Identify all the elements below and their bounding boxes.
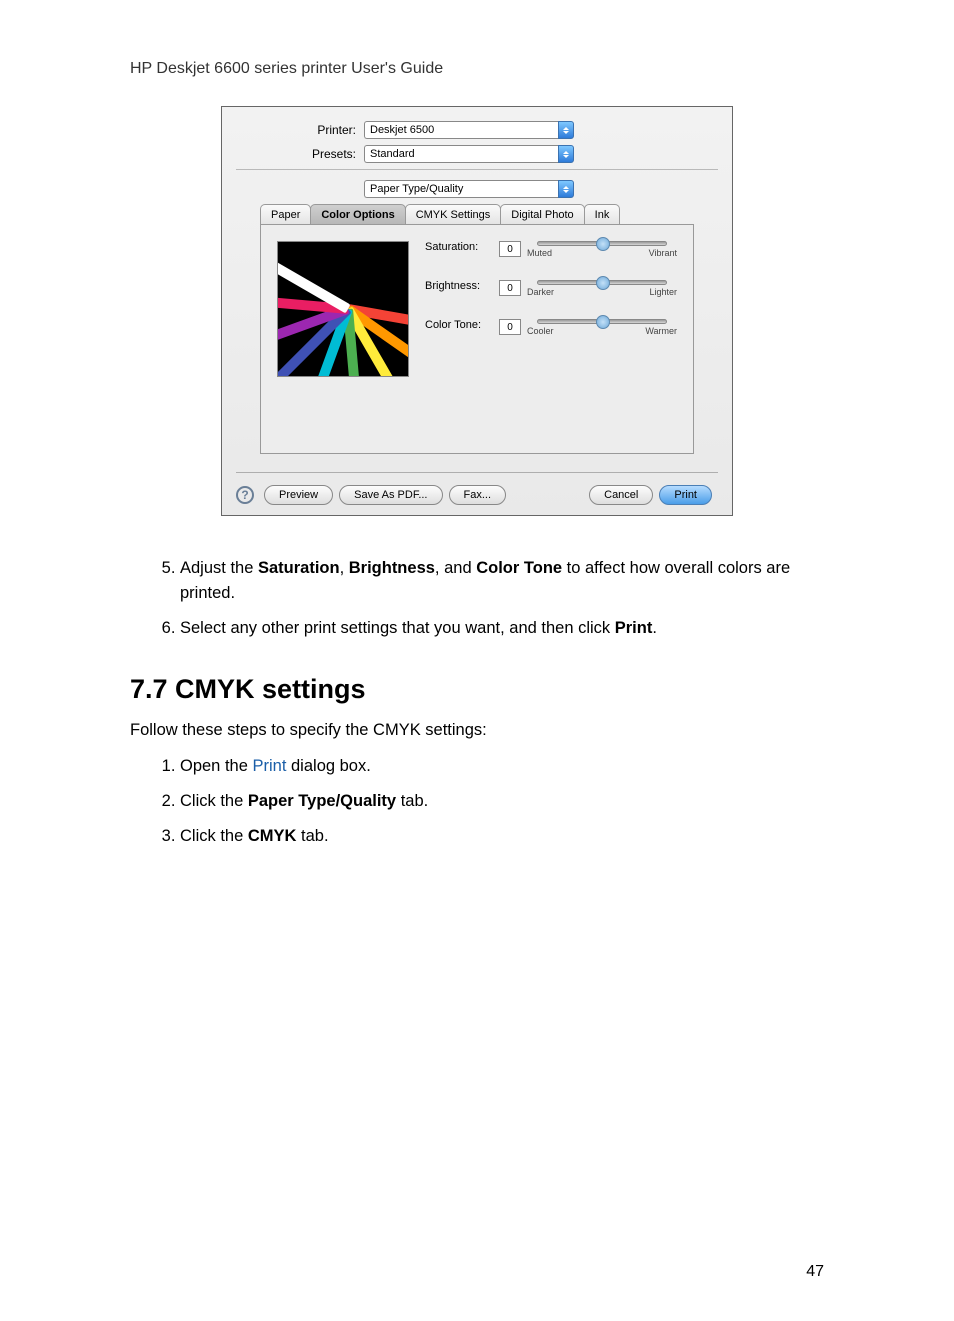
presets-value: Standard — [364, 145, 558, 163]
print-dialog: Printer: Deskjet 6500 Presets: Standard … — [221, 106, 733, 516]
color-tone-low: Cooler — [527, 326, 554, 336]
tab-cmyk-settings[interactable]: CMYK Settings — [405, 204, 502, 224]
saturation-row: Saturation: Muted Vibrant — [425, 241, 677, 258]
fax-button[interactable]: Fax... — [449, 485, 507, 505]
tab-ink[interactable]: Ink — [584, 204, 621, 224]
saturation-high: Vibrant — [649, 248, 677, 258]
print-link[interactable]: Print — [252, 757, 286, 775]
cmyk-step-3: Click the CMYK tab. — [180, 824, 824, 849]
dropdown-icon[interactable] — [558, 145, 574, 163]
saturation-low: Muted — [527, 248, 552, 258]
tab-bar: Paper Color Options CMYK Settings Digita… — [260, 204, 694, 224]
tab-paper[interactable]: Paper — [260, 204, 311, 224]
cmyk-steps-list: Open the Print dialog box. Click the Pap… — [130, 754, 824, 848]
help-icon[interactable]: ? — [236, 486, 254, 504]
brightness-label: Brightness: — [425, 280, 499, 292]
preview-image — [277, 241, 409, 377]
color-tone-label: Color Tone: — [425, 319, 499, 331]
divider — [236, 169, 718, 170]
document-header: HP Deskjet 6600 series printer User's Gu… — [130, 60, 824, 78]
print-button[interactable]: Print — [659, 485, 712, 505]
color-tone-row: Color Tone: Cooler Warmer — [425, 319, 677, 336]
brightness-high: Lighter — [649, 287, 677, 297]
slider-thumb-icon[interactable] — [596, 315, 610, 329]
printer-select[interactable]: Deskjet 6500 — [364, 121, 574, 139]
saturation-label: Saturation: — [425, 241, 499, 253]
section-value: Paper Type/Quality — [364, 180, 558, 198]
instruction-list: Adjust the Saturation, Brightness, and C… — [130, 556, 824, 640]
color-tone-high: Warmer — [645, 326, 677, 336]
step-5: Adjust the Saturation, Brightness, and C… — [180, 556, 824, 606]
section-intro: Follow these steps to specify the CMYK s… — [130, 721, 824, 740]
presets-label: Presets: — [236, 147, 364, 161]
brightness-slider[interactable] — [537, 280, 667, 285]
tab-panel: Saturation: Muted Vibrant Brightness: — [260, 224, 694, 454]
slider-thumb-icon[interactable] — [596, 276, 610, 290]
save-as-pdf-button[interactable]: Save As PDF... — [339, 485, 442, 505]
dropdown-icon[interactable] — [558, 180, 574, 198]
cmyk-step-1: Open the Print dialog box. — [180, 754, 824, 779]
slider-thumb-icon[interactable] — [596, 237, 610, 251]
saturation-input[interactable] — [499, 241, 521, 257]
section-heading: 7.7 CMYK settings — [130, 674, 824, 705]
presets-select[interactable]: Standard — [364, 145, 574, 163]
page-number: 47 — [806, 1263, 824, 1281]
saturation-slider[interactable] — [537, 241, 667, 246]
color-tone-input[interactable] — [499, 319, 521, 335]
tab-color-options[interactable]: Color Options — [310, 204, 405, 224]
printer-value: Deskjet 6500 — [364, 121, 558, 139]
brightness-low: Darker — [527, 287, 554, 297]
divider — [236, 472, 718, 473]
preview-button[interactable]: Preview — [264, 485, 333, 505]
cmyk-step-2: Click the Paper Type/Quality tab. — [180, 789, 824, 814]
color-tone-slider[interactable] — [537, 319, 667, 324]
brightness-row: Brightness: Darker Lighter — [425, 280, 677, 297]
cancel-button[interactable]: Cancel — [589, 485, 653, 505]
dropdown-icon[interactable] — [558, 121, 574, 139]
brightness-input[interactable] — [499, 280, 521, 296]
printer-label: Printer: — [236, 123, 364, 137]
step-6: Select any other print settings that you… — [180, 616, 824, 641]
section-select[interactable]: Paper Type/Quality — [364, 180, 574, 198]
tab-digital-photo[interactable]: Digital Photo — [500, 204, 584, 224]
